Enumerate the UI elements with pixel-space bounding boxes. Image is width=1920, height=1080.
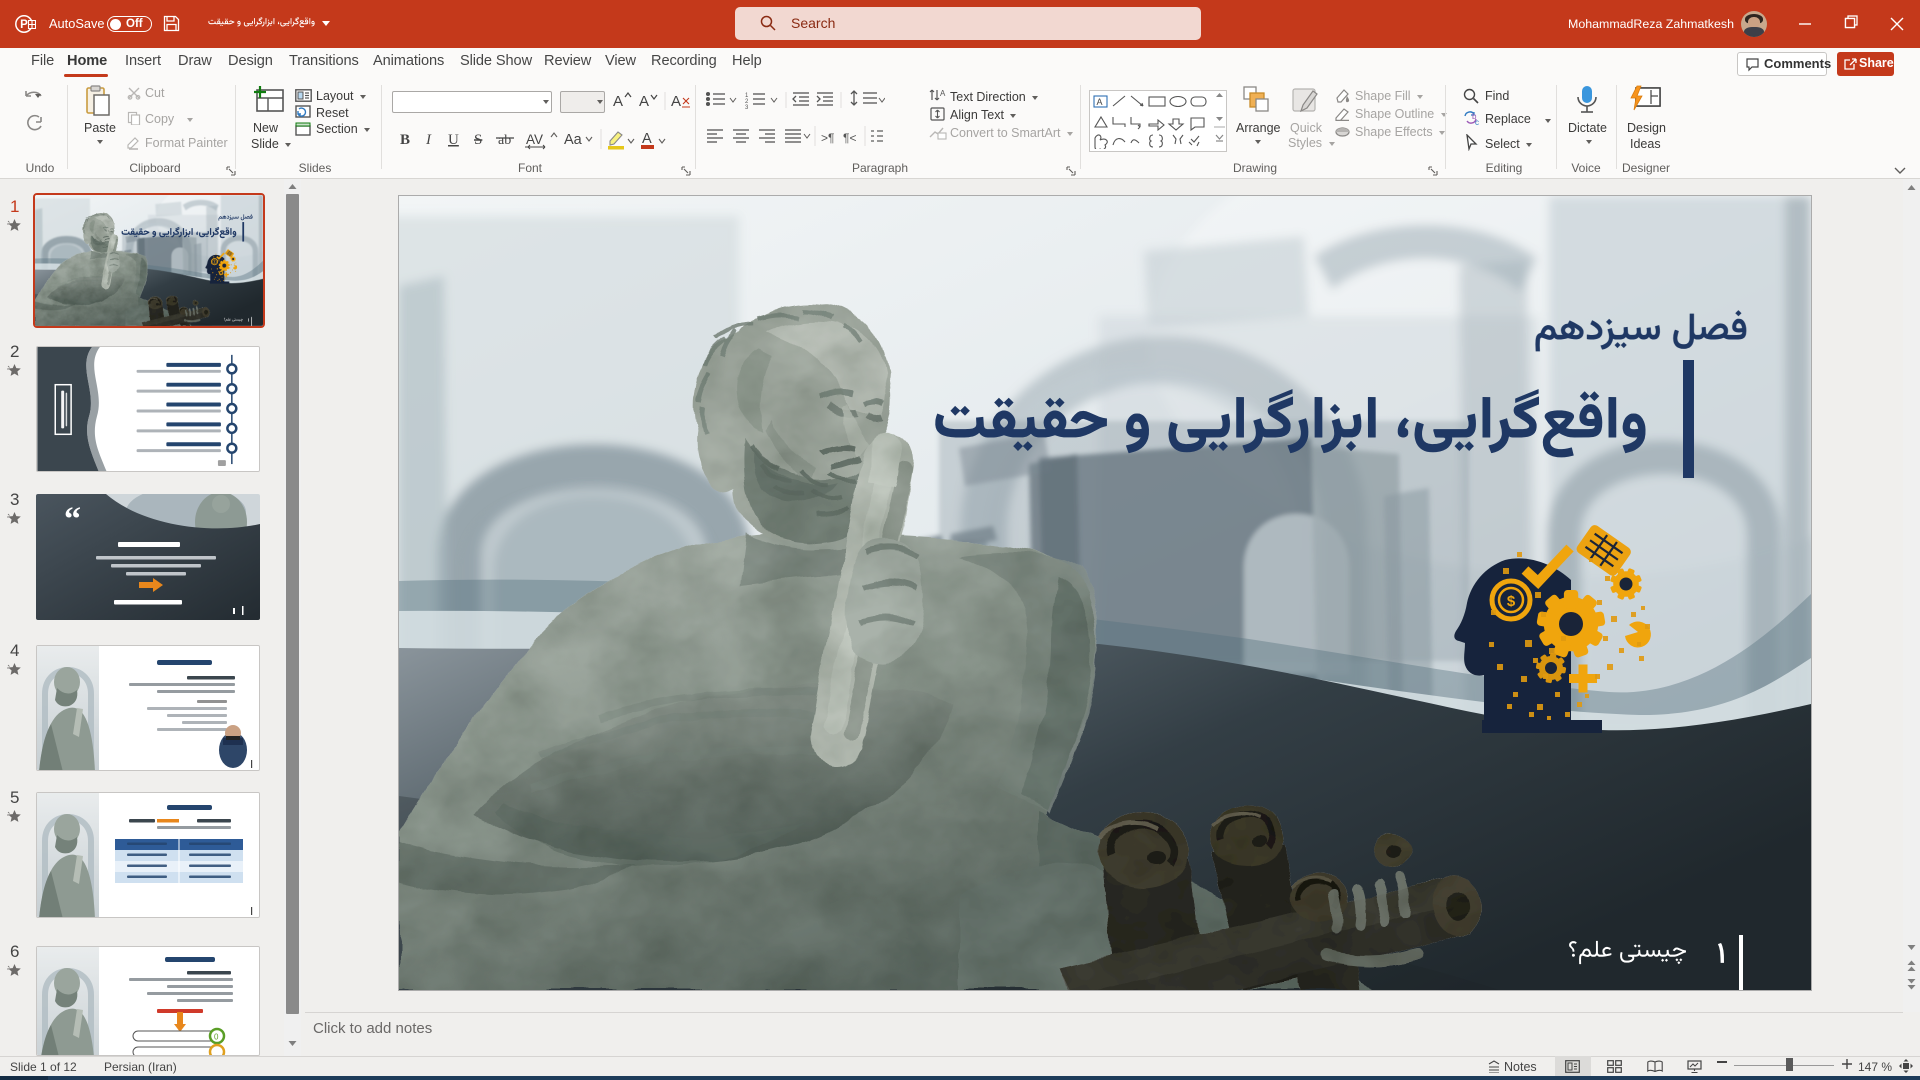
svg-text:B: B — [400, 132, 410, 148]
svg-text:c: c — [1475, 118, 1479, 126]
svg-text:S: S — [474, 132, 482, 148]
svg-text:A: A — [613, 93, 623, 110]
svg-text:¶<: ¶< — [843, 131, 856, 145]
svg-text:0: 0 — [214, 1033, 219, 1042]
svg-text:P: P — [20, 19, 28, 31]
svg-text:$: $ — [1507, 593, 1516, 610]
svg-text:A: A — [642, 131, 652, 147]
svg-text:ab: ab — [498, 133, 511, 148]
svg-text:AV: AV — [526, 132, 543, 147]
svg-text:A: A — [671, 93, 681, 110]
svg-text:A: A — [1097, 97, 1103, 107]
svg-text:U: U — [448, 132, 459, 148]
svg-text:A: A — [639, 93, 649, 110]
svg-text:>¶: >¶ — [821, 131, 834, 145]
svg-text:A: A — [940, 89, 946, 98]
svg-text:“: “ — [64, 501, 81, 538]
svg-text:I: I — [425, 132, 432, 148]
svg-text:Aa: Aa — [564, 132, 583, 148]
svg-text:3: 3 — [745, 105, 749, 111]
